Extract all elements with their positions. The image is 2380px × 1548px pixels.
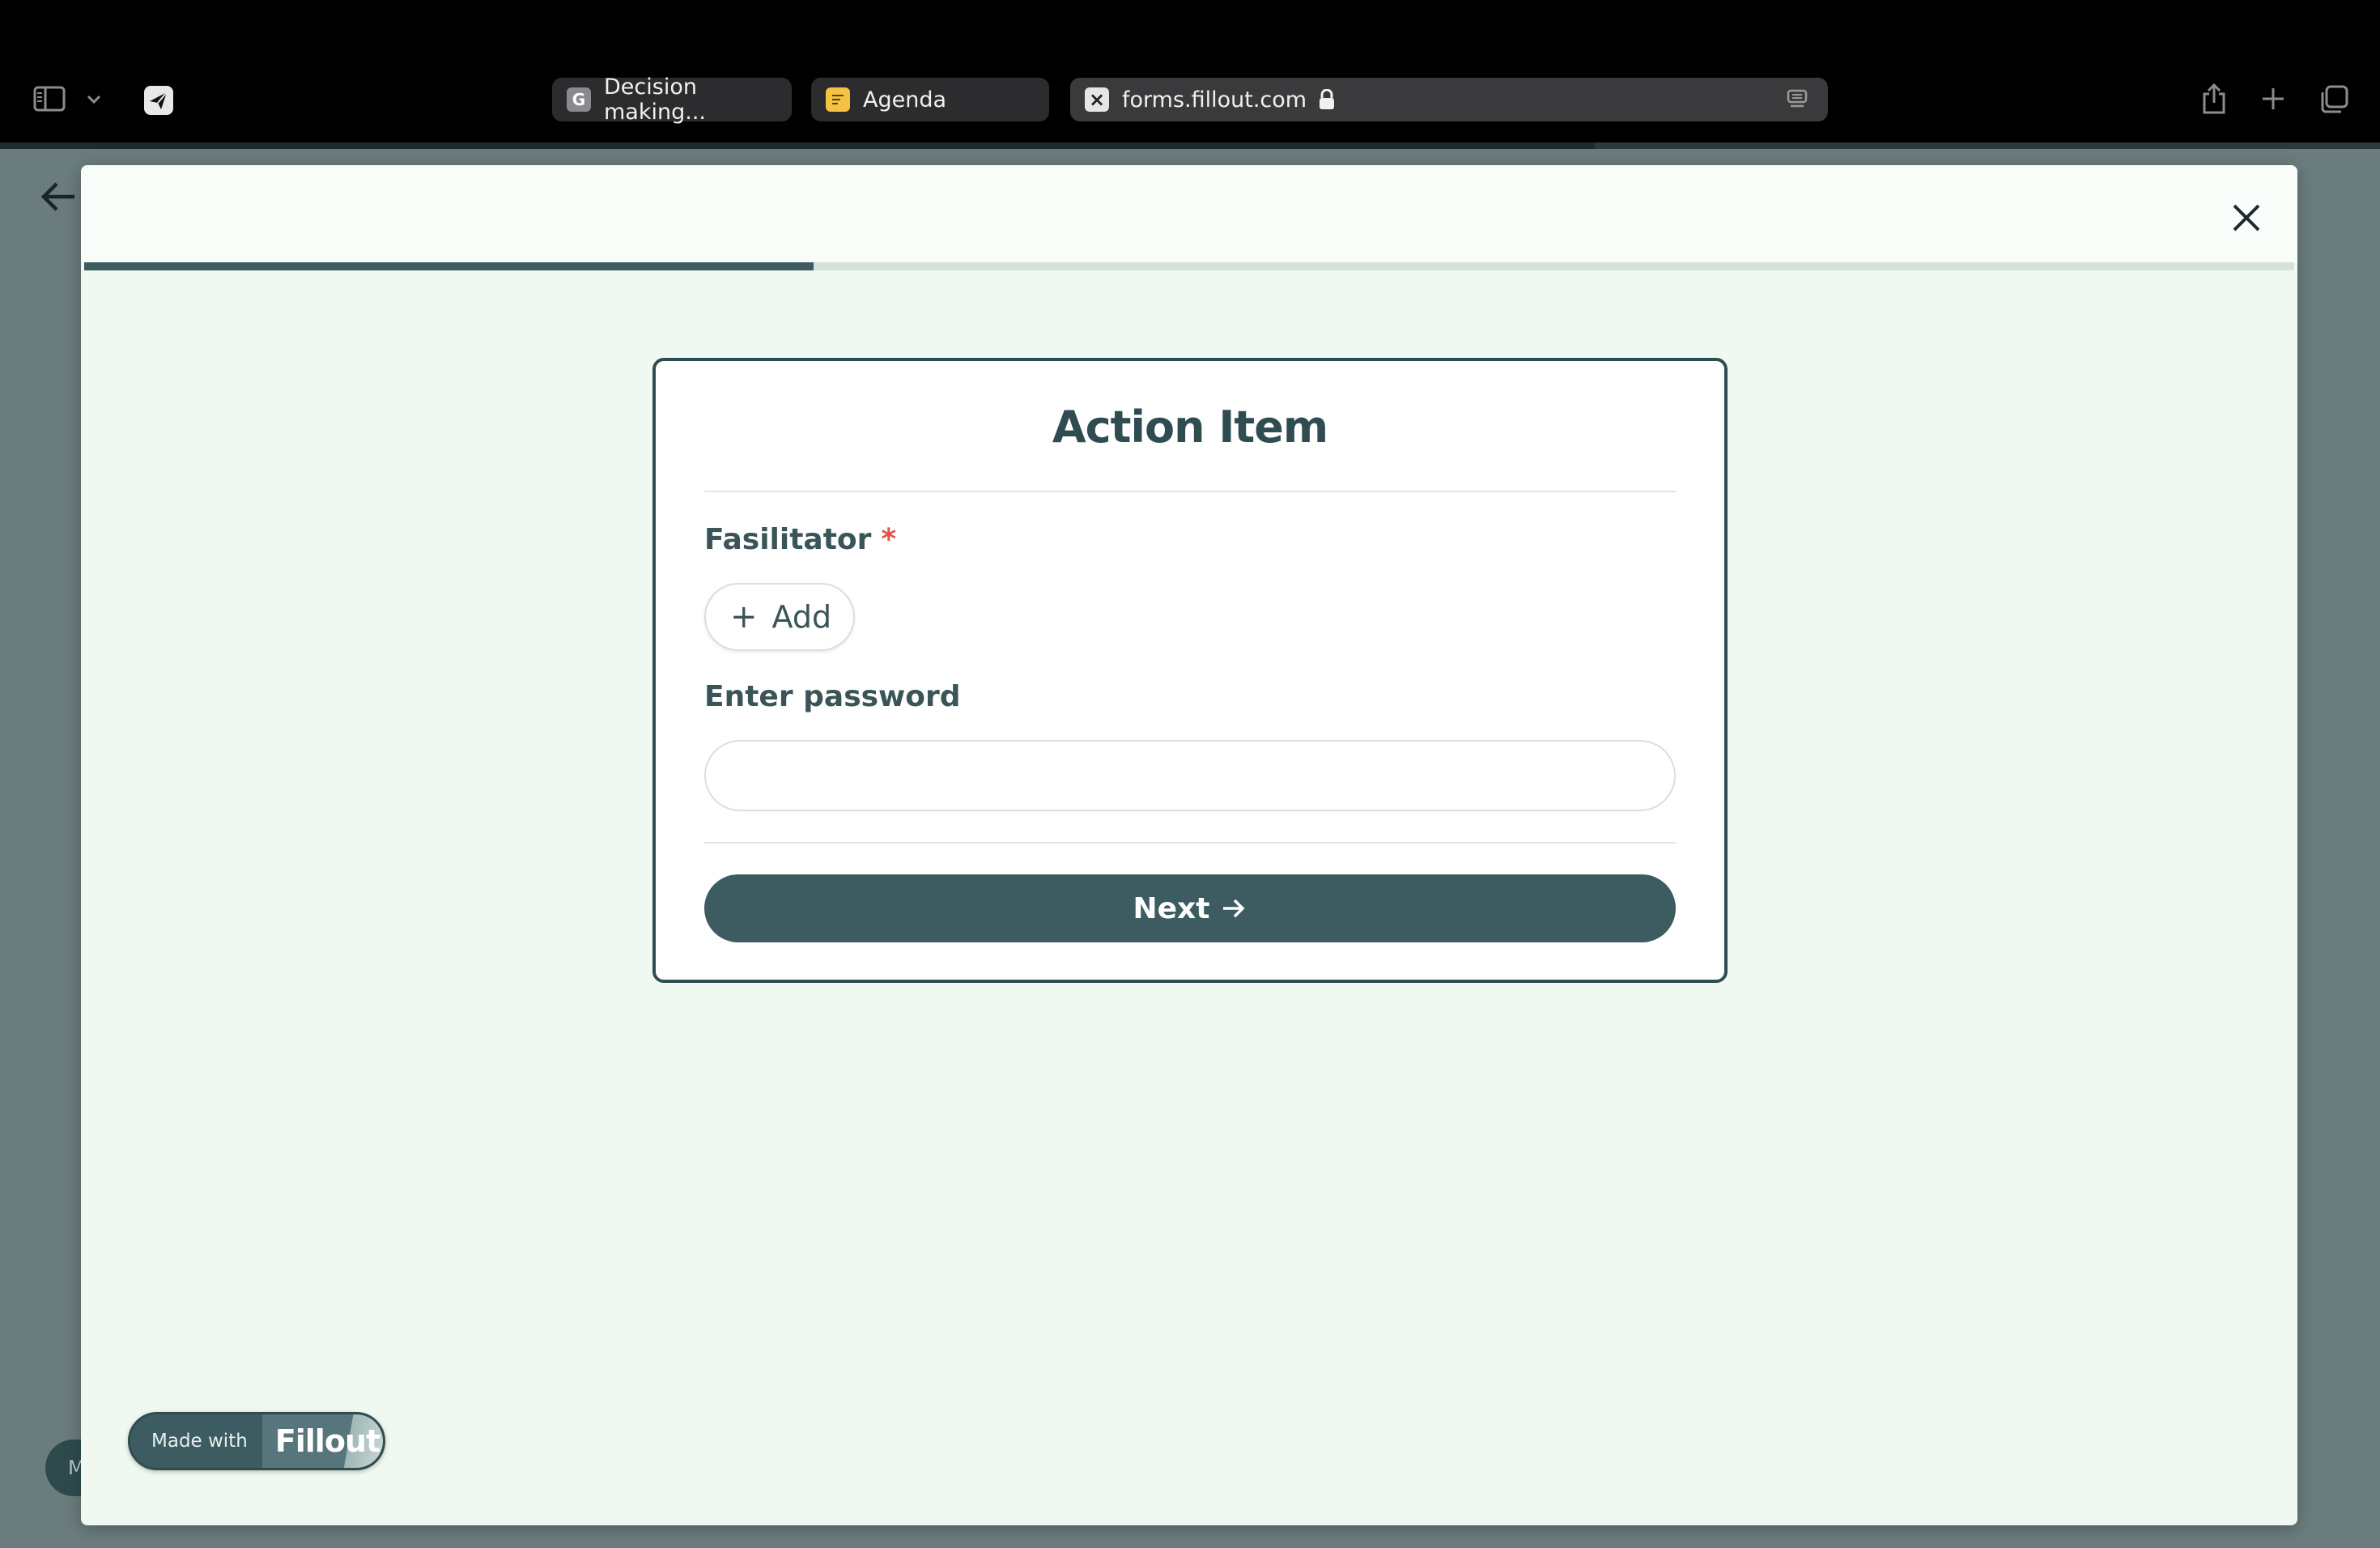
chevron-down-icon — [87, 95, 101, 104]
extension-button[interactable] — [142, 84, 175, 117]
notes-favicon-icon — [826, 87, 850, 112]
required-marker: * — [881, 523, 897, 556]
modal-header — [81, 165, 2297, 262]
title-divider — [704, 491, 1676, 492]
sidebar-menu-chevron[interactable] — [81, 87, 107, 112]
plus-icon — [2263, 88, 2284, 109]
form-progress-bar — [84, 262, 2294, 270]
sidebar-toggle-button[interactable] — [31, 83, 68, 115]
back-arrow-icon[interactable] — [37, 175, 81, 219]
google-docs-favicon-icon: G — [567, 87, 591, 112]
tab-decision-making[interactable]: G Decision making... — [552, 74, 792, 125]
tab-agenda[interactable]: Agenda — [811, 78, 1049, 121]
facilitator-label: Fasilitator * — [704, 523, 896, 556]
tab-label: Agenda — [863, 87, 947, 113]
lock-icon — [1320, 89, 1335, 109]
form-card: Action Item Fasilitator * + Add Enter pas… — [652, 358, 1728, 983]
tabs-overview-icon — [2321, 85, 2348, 113]
password-label: Enter password — [704, 680, 961, 713]
tab-address-bar[interactable]: × forms.fillout.com — [1070, 78, 1828, 121]
url-text: forms.fillout.com — [1122, 87, 1307, 113]
made-with-fillout-badge[interactable]: Made with Fillout — [128, 1412, 385, 1470]
next-button-label: Next — [1133, 891, 1210, 925]
next-button[interactable]: Next — [704, 874, 1676, 942]
page-load-bar-fill — [0, 142, 1595, 149]
add-button-label: Add — [771, 599, 832, 635]
fillout-favicon-icon: × — [1085, 87, 1109, 112]
form-modal: Action Item Fasilitator * + Add Enter pas… — [81, 165, 2297, 1525]
plus-icon: + — [730, 598, 758, 636]
share-button[interactable] — [2197, 79, 2231, 118]
browser-toolbar: G Decision making... Agenda × forms.fill… — [0, 0, 2380, 142]
share-icon — [2203, 83, 2225, 114]
add-facilitator-button[interactable]: + Add — [704, 583, 855, 651]
password-input[interactable] — [704, 740, 1676, 811]
badge-prefix: Made with — [130, 1414, 262, 1468]
new-tab-button[interactable] — [2257, 83, 2289, 115]
arrow-right-icon — [1223, 899, 1245, 918]
footer-divider — [704, 842, 1676, 844]
page-load-bar — [0, 142, 2380, 149]
close-icon[interactable] — [2226, 198, 2267, 238]
fillout-logo: Fillout — [261, 1414, 383, 1468]
form-title: Action Item — [1052, 402, 1328, 453]
paper-plane-icon — [144, 86, 173, 115]
reader-mode-icon[interactable] — [1786, 88, 1808, 111]
form-progress-fill — [84, 262, 814, 270]
facilitator-label-text: Fasilitator — [704, 523, 872, 556]
tab-overview-button[interactable] — [2317, 83, 2351, 117]
tab-label: Decision making... — [604, 74, 706, 125]
sidebar-icon — [33, 86, 66, 112]
